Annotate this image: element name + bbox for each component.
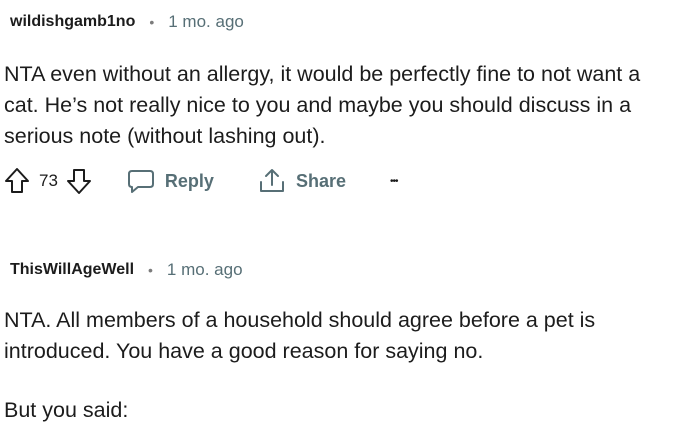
comment-body-line: cat. He’s not really nice to you and may… <box>4 93 632 117</box>
comment-action-bar: 73 Reply Share ••• <box>0 164 398 198</box>
comment-meta: wildishgamb1no • 1 mo. ago <box>10 9 244 35</box>
reply-button[interactable]: Reply <box>127 168 214 194</box>
more-options-icon: ••• <box>389 175 398 187</box>
comment-author[interactable]: ThisWillAgeWell <box>10 261 134 279</box>
downvote-arrow-icon[interactable] <box>66 167 92 195</box>
share-button[interactable]: Share <box>258 167 346 195</box>
comment-author[interactable]: wildishgamb1no <box>10 13 135 31</box>
comment-body: NTA even without an allergy, it would be… <box>4 59 698 152</box>
comment-body: NTA. All members of a household should a… <box>4 305 698 367</box>
comment-body-line: introduced. You have a good reason for s… <box>4 339 484 363</box>
meta-separator: • <box>149 14 155 30</box>
share-upload-icon <box>258 167 286 195</box>
comment-body-paragraph: But you said: <box>4 395 698 426</box>
speech-bubble-icon <box>127 168 155 194</box>
comment-timestamp[interactable]: 1 mo. ago <box>168 12 244 32</box>
comment-body-line: NTA even without an allergy, it would be… <box>4 62 641 86</box>
meta-separator: • <box>148 262 153 278</box>
comment-body-line: NTA. All members of a household should a… <box>4 308 596 332</box>
upvote-arrow-icon[interactable] <box>4 167 30 195</box>
comment-body-line: serious note (without lashing out). <box>4 124 326 148</box>
comment-timestamp[interactable]: 1 mo. ago <box>167 260 243 280</box>
comment-body-line: But you said: <box>4 398 129 422</box>
more-options-button[interactable]: ••• <box>390 176 398 187</box>
vote-score: 73 <box>39 171 58 190</box>
reply-label: Reply <box>164 170 214 191</box>
share-label: Share <box>295 170 346 191</box>
comment-meta: ThisWillAgeWell • 1 mo. ago <box>10 257 243 283</box>
